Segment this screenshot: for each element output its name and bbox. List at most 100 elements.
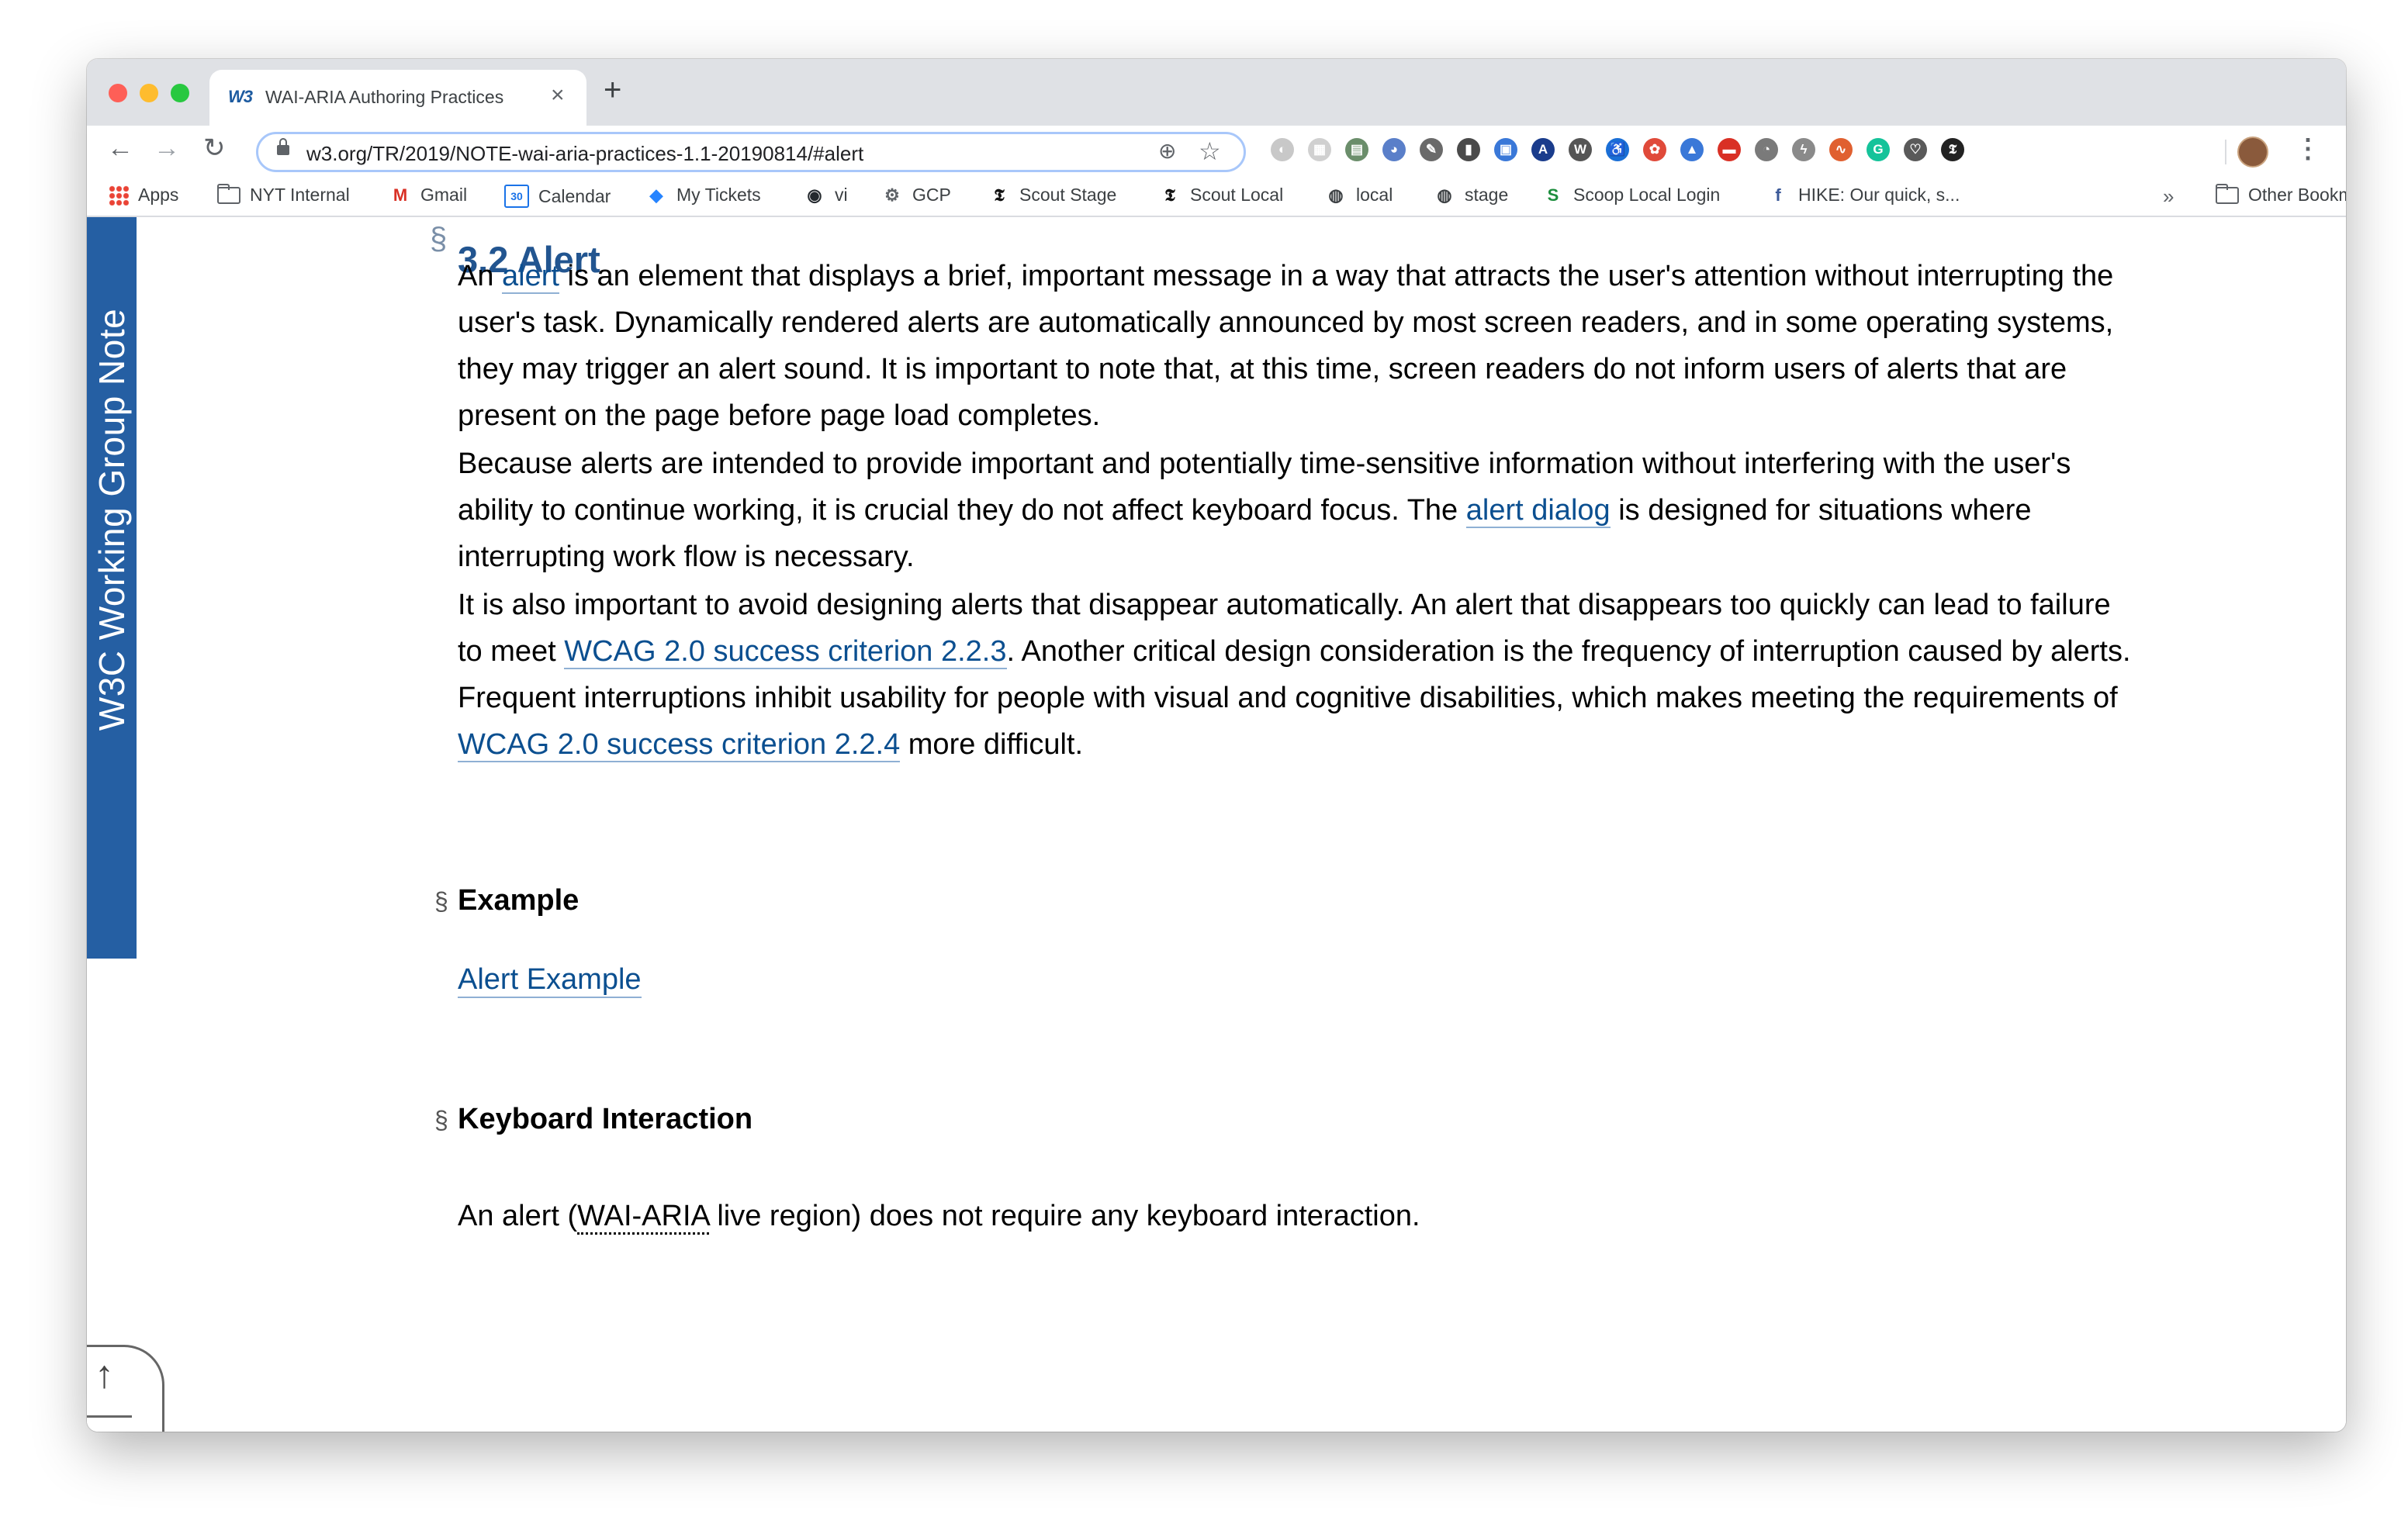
scoop-local-login-icon: S <box>1547 185 1559 205</box>
ext-13-icon[interactable]: ▬ <box>1718 138 1741 161</box>
bookmark-apps[interactable]: Apps <box>109 185 178 206</box>
bookmark-label: local <box>1356 185 1393 205</box>
bookmark-other-bookmarks[interactable]: Other Bookmarks <box>2130 183 2346 206</box>
paragraph-1: An alert is an element that displays a b… <box>458 253 2133 439</box>
bookmark-label: Apps <box>138 185 179 205</box>
zoom-icon[interactable]: ⊕ <box>1158 138 1176 164</box>
ext-18-icon[interactable]: ♡ <box>1904 138 1927 161</box>
alert-example-link[interactable]: Alert Example <box>458 963 642 998</box>
bookmark-label: Other Bookmarks <box>2248 185 2346 205</box>
apps-grid-icon <box>109 185 129 206</box>
example-heading: Example <box>458 884 580 917</box>
bookmark-scoop-local-login[interactable]: S Scoop Local Login <box>1542 185 1721 206</box>
back-button[interactable]: ← <box>107 135 133 161</box>
ext-15-icon[interactable]: ϟ <box>1792 138 1815 161</box>
bookmark-stage[interactable]: ◍ stage <box>1434 185 1508 206</box>
vi-icon: ◉ <box>807 185 822 205</box>
bookmark-calendar[interactable]: 30 Calendar <box>504 185 611 208</box>
tab-active[interactable]: W3 WAI-ARIA Authoring Practices × <box>209 70 586 126</box>
ext-10-icon[interactable]: ♿ <box>1606 138 1629 161</box>
close-window-button[interactable] <box>109 84 127 102</box>
new-tab-button[interactable]: + <box>604 74 621 105</box>
ext-8-icon[interactable]: A <box>1531 138 1555 161</box>
browser-menu-icon[interactable]: ⋮ <box>2295 133 2321 164</box>
minimize-window-button[interactable] <box>140 84 158 102</box>
alert-dialog-link[interactable]: alert dialog <box>1465 494 1611 528</box>
toggle-toc-icon[interactable]: → <box>95 1423 133 1432</box>
ext-17-icon[interactable]: G <box>1867 138 1890 161</box>
ext-4-icon[interactable]: ◕ <box>1382 138 1406 161</box>
toolbar: ← → ↻ w3.org/TR/2019/NOTE-wai-aria-pract… <box>87 126 2346 178</box>
bookmark-nyt-internal[interactable]: NYT Internal <box>217 183 350 206</box>
alert-link[interactable]: alert <box>502 260 559 294</box>
wcag-2-2-4-link[interactable]: WCAG 2.0 success criterion 2.2.4 <box>458 728 901 762</box>
local-icon: ◍ <box>1328 185 1344 205</box>
address-bar[interactable]: w3.org/TR/2019/NOTE-wai-aria-practices-1… <box>256 132 1246 172</box>
ext-6-icon[interactable]: ▮ <box>1457 138 1480 161</box>
ext-3-icon[interactable]: ▤ <box>1345 138 1368 161</box>
ext-16-icon[interactable]: ∿ <box>1829 138 1853 161</box>
text: An <box>458 260 503 292</box>
text: is an element that displays a brief, imp… <box>458 260 2114 432</box>
paragraph-3: It is also important to avoid designing … <box>458 582 2133 768</box>
tab-title: WAI-ARIA Authoring Practices <box>265 87 504 107</box>
bookmark-hike[interactable]: f HIKE: Our quick, s... <box>1767 185 1960 206</box>
bookmark-label: Scout Local <box>1190 185 1284 205</box>
section-mark-icon[interactable]: § <box>430 222 447 257</box>
back-to-top-icon[interactable]: ↑ <box>95 1355 114 1394</box>
page-content: W3C Working Group Note § 3.2 Alert An al… <box>87 217 2346 1432</box>
bookmark-label: Gmail <box>420 185 468 205</box>
paragraph-2: Because alerts are intended to provide i… <box>458 441 2133 580</box>
ext-9-icon[interactable]: W <box>1569 138 1592 161</box>
w3c-status-sidebar[interactable]: W3C Working Group Note <box>87 217 137 959</box>
url-text[interactable]: w3.org/TR/2019/NOTE-wai-aria-practices-1… <box>306 142 863 166</box>
bookmark-label: GCP <box>912 185 951 205</box>
lock-icon[interactable] <box>277 138 289 155</box>
bookmark-vi[interactable]: ◉ vi <box>804 185 848 206</box>
tab-close-icon[interactable]: × <box>551 82 565 109</box>
scout-local-icon: 𝕿 <box>1164 185 1175 205</box>
bookmark-label: Scout Stage <box>1019 185 1117 205</box>
bookmark-label: NYT Internal <box>250 185 350 205</box>
ext-1-icon[interactable]: ◐ <box>1271 138 1294 161</box>
bookmark-my-tickets[interactable]: ◆ My Tickets <box>645 185 761 206</box>
ext-7-icon[interactable]: ▣ <box>1494 138 1517 161</box>
zoom-window-button[interactable] <box>171 84 189 102</box>
bookmark-label: vi <box>835 185 848 205</box>
bookmark-gmail[interactable]: M Gmail <box>389 185 467 206</box>
w3c-favicon-icon: W3 <box>228 87 253 106</box>
bookmark-star-icon[interactable]: ☆ <box>1199 136 1221 166</box>
bookmark-gcp[interactable]: ⚙ GCP <box>881 185 951 206</box>
scroll-widget: ↑ → <box>87 1345 164 1432</box>
ext-2-icon[interactable]: ▦ <box>1308 138 1331 161</box>
ext-14-icon[interactable]: ◔ <box>1755 138 1778 161</box>
bookmark-local[interactable]: ◍ local <box>1325 185 1393 206</box>
gmail-icon: M <box>393 185 408 205</box>
bookmark-scout-local[interactable]: 𝕿 Scout Local <box>1159 185 1283 206</box>
folder-icon <box>217 183 240 204</box>
bookmark-label: HIKE: Our quick, s... <box>1798 185 1960 205</box>
bookmarks-bar: Apps NYT Internal M Gmail 30 Calendar ◆ My Tick… <box>87 178 2346 217</box>
section-mark-icon[interactable]: § <box>434 1106 448 1135</box>
ext-12-icon[interactable]: ▲ <box>1680 138 1704 161</box>
bookmark-label: My Tickets <box>676 185 761 205</box>
forward-button[interactable]: → <box>154 135 180 161</box>
reload-button[interactable]: ↻ <box>203 135 226 161</box>
ext-19-icon[interactable]: 𝕿 <box>1941 138 1964 161</box>
keyboard-paragraph: An alert (WAI-ARIA live region) does not… <box>458 1193 2133 1239</box>
section-mark-icon[interactable]: § <box>434 887 448 916</box>
hike-icon: f <box>1775 185 1781 205</box>
calendar-icon: 30 <box>504 185 529 208</box>
bookmark-scout-stage[interactable]: 𝕿 Scout Stage <box>988 185 1116 206</box>
wai-aria-abbr[interactable]: WAI-ARIA <box>577 1200 709 1235</box>
extensions-row: ◐ ▦ ▤ ◕ ✎ ▮ ▣ A W ♿ ✿ ▲ ▬ ◔ ϟ ∿ G ♡ 𝕿 <box>1271 138 1964 161</box>
stage-icon: ◍ <box>1437 185 1452 205</box>
profile-avatar[interactable] <box>2237 136 2268 168</box>
wcag-2-2-3-link[interactable]: WCAG 2.0 success criterion 2.2.3 <box>564 635 1007 669</box>
ext-5-icon[interactable]: ✎ <box>1420 138 1443 161</box>
text: live region) does not require any keyboa… <box>708 1200 1420 1232</box>
toolbar-separator <box>2225 140 2226 164</box>
bookmark-label: stage <box>1465 185 1509 205</box>
ext-11-icon[interactable]: ✿ <box>1643 138 1666 161</box>
bookmark-label: Scoop Local Login <box>1573 185 1721 205</box>
